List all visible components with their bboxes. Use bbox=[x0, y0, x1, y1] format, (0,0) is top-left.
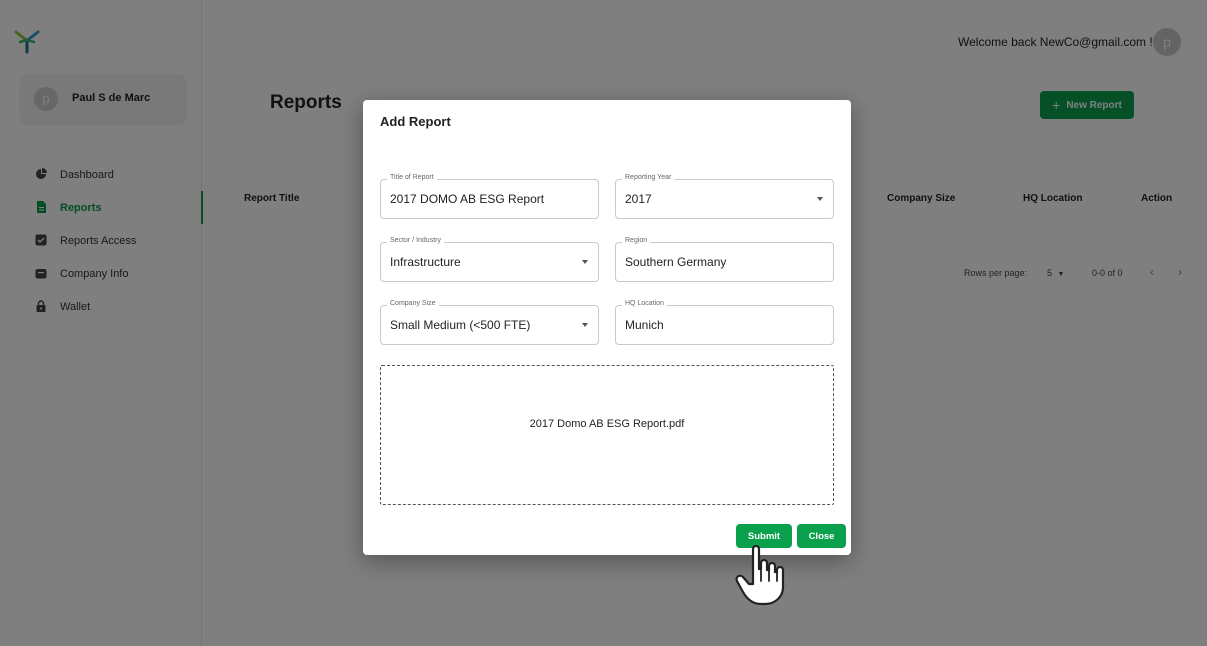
field-label: Title of Report bbox=[387, 174, 437, 181]
region-field[interactable]: Region Southern Germany bbox=[615, 237, 834, 282]
title-of-report-field[interactable]: Title of Report 2017 DOMO AB ESG Report bbox=[380, 174, 599, 219]
caret-down-icon bbox=[582, 260, 588, 264]
hand-pointer-cursor-icon bbox=[735, 544, 785, 606]
field-value: 2017 DOMO AB ESG Report bbox=[390, 192, 545, 206]
caret-down-icon bbox=[817, 197, 823, 201]
field-label: Region bbox=[622, 237, 651, 244]
field-label: Reporting Year bbox=[622, 174, 675, 181]
add-report-dialog: Add Report Title of Report 2017 DOMO AB … bbox=[363, 100, 851, 555]
file-dropzone[interactable] bbox=[380, 365, 834, 505]
reporting-year-select[interactable]: Reporting Year 2017 bbox=[615, 174, 834, 219]
close-button[interactable]: Close bbox=[797, 524, 846, 548]
field-label: HQ Location bbox=[622, 300, 667, 307]
uploaded-file-name: 2017 Domo AB ESG Report.pdf bbox=[529, 418, 685, 430]
caret-down-icon bbox=[582, 323, 588, 327]
hq-location-field[interactable]: HQ Location Munich bbox=[615, 300, 834, 345]
field-value: Infrastructure bbox=[390, 255, 461, 269]
field-value: Small Medium (<500 FTE) bbox=[390, 318, 531, 332]
dialog-title: Add Report bbox=[380, 114, 451, 129]
field-label: Sector / Industry bbox=[387, 237, 444, 244]
field-value: 2017 bbox=[625, 192, 652, 206]
field-value: Southern Germany bbox=[625, 255, 727, 269]
company-size-select[interactable]: Company Size Small Medium (<500 FTE) bbox=[380, 300, 599, 345]
field-label: Company Size bbox=[387, 300, 439, 307]
sector-industry-select[interactable]: Sector / Industry Infrastructure bbox=[380, 237, 599, 282]
field-value: Munich bbox=[625, 318, 664, 332]
